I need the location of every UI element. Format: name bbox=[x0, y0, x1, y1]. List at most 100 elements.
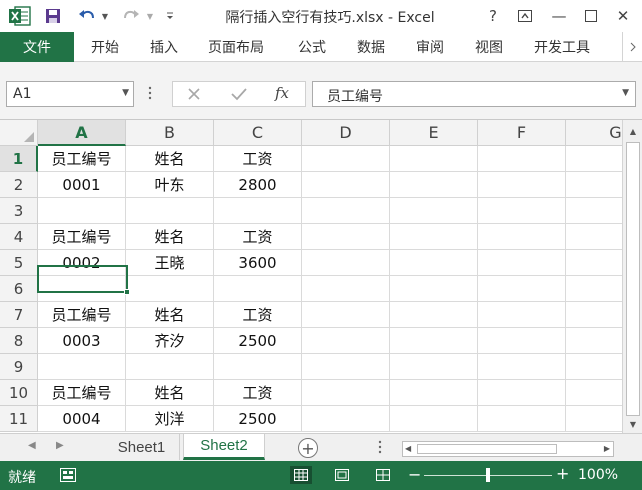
tab-formulas[interactable]: 公式 bbox=[298, 32, 326, 62]
cell-d8[interactable] bbox=[302, 328, 390, 354]
cell-c10[interactable]: 工资 bbox=[214, 380, 302, 406]
cell-b8[interactable]: 齐汐 bbox=[126, 328, 214, 354]
column-header-f[interactable]: F bbox=[478, 120, 566, 146]
tab-review[interactable]: 审阅 bbox=[416, 32, 444, 62]
cell-c4[interactable]: 工资 bbox=[214, 224, 302, 250]
row-header-3[interactable]: 3 bbox=[0, 198, 38, 224]
add-sheet-icon[interactable]: + bbox=[298, 438, 318, 458]
cell-g2[interactable] bbox=[566, 172, 622, 198]
row-header-5[interactable]: 5 bbox=[0, 250, 38, 276]
ribbon-scroll-right-icon[interactable] bbox=[622, 32, 642, 62]
tab-data[interactable]: 数据 bbox=[357, 32, 385, 62]
file-tab[interactable]: 文件 bbox=[0, 32, 74, 62]
cell-f8[interactable] bbox=[478, 328, 566, 354]
cell-g6[interactable] bbox=[566, 276, 622, 302]
cell-g5[interactable] bbox=[566, 250, 622, 276]
cell-b7[interactable]: 姓名 bbox=[126, 302, 214, 328]
cell-b2[interactable]: 叶东 bbox=[126, 172, 214, 198]
cell-a1[interactable]: 员工编号 bbox=[38, 146, 126, 172]
row-header-6[interactable]: 6 bbox=[0, 276, 38, 302]
cell-f10[interactable] bbox=[478, 380, 566, 406]
cell-e3[interactable] bbox=[390, 198, 478, 224]
formula-bar-grip-icon[interactable] bbox=[148, 86, 152, 100]
cell-c2[interactable]: 2800 bbox=[214, 172, 302, 198]
redo-dropdown-icon[interactable]: ▼ bbox=[145, 5, 155, 27]
row-header-4[interactable]: 4 bbox=[0, 224, 38, 250]
cell-a5[interactable]: 0002 bbox=[38, 250, 126, 276]
name-box[interactable]: A1 ▼ bbox=[6, 81, 134, 107]
cell-g3[interactable] bbox=[566, 198, 622, 224]
horizontal-scrollbar[interactable]: ◀ ▶ bbox=[402, 441, 614, 457]
cell-g11[interactable] bbox=[566, 406, 622, 432]
cell-c1[interactable]: 工资 bbox=[214, 146, 302, 172]
save-icon[interactable] bbox=[42, 5, 64, 27]
expand-formula-bar-icon[interactable]: ▼ bbox=[622, 88, 629, 98]
restore-button[interactable] bbox=[576, 4, 606, 28]
cell-a7[interactable]: 员工编号 bbox=[38, 302, 126, 328]
zoom-level[interactable]: 100% bbox=[578, 467, 618, 483]
cell-e8[interactable] bbox=[390, 328, 478, 354]
cell-a4[interactable]: 员工编号 bbox=[38, 224, 126, 250]
cell-a9[interactable] bbox=[38, 354, 126, 380]
ribbon-display-options-icon[interactable] bbox=[510, 4, 540, 28]
column-header-a[interactable]: A bbox=[38, 120, 126, 146]
macro-recording-icon[interactable] bbox=[60, 468, 76, 486]
tab-split-grip-icon[interactable] bbox=[378, 440, 382, 458]
cell-c3[interactable] bbox=[214, 198, 302, 224]
cell-b1[interactable]: 姓名 bbox=[126, 146, 214, 172]
horizontal-scroll-thumb[interactable] bbox=[417, 444, 557, 454]
cell-d1[interactable] bbox=[302, 146, 390, 172]
cell-e6[interactable] bbox=[390, 276, 478, 302]
name-box-dropdown-icon[interactable]: ▼ bbox=[122, 88, 129, 98]
cell-a11[interactable]: 0004 bbox=[38, 406, 126, 432]
cell-f1[interactable] bbox=[478, 146, 566, 172]
normal-view-icon[interactable] bbox=[290, 466, 312, 484]
tab-developer[interactable]: 开发工具 bbox=[534, 32, 590, 62]
cell-c8[interactable]: 2500 bbox=[214, 328, 302, 354]
row-header-11[interactable]: 11 bbox=[0, 406, 38, 432]
enter-icon[interactable] bbox=[231, 87, 247, 105]
cell-b9[interactable] bbox=[126, 354, 214, 380]
vertical-scroll-thumb[interactable] bbox=[626, 142, 640, 416]
cell-g9[interactable] bbox=[566, 354, 622, 380]
row-header-2[interactable]: 2 bbox=[0, 172, 38, 198]
cell-d11[interactable] bbox=[302, 406, 390, 432]
page-break-preview-icon[interactable] bbox=[372, 466, 394, 484]
cell-a6[interactable] bbox=[38, 276, 126, 302]
zoom-in-button[interactable]: + bbox=[556, 464, 569, 483]
tab-page-layout[interactable]: 页面布局 bbox=[208, 32, 264, 62]
worksheet-grid[interactable]: ABCDEFG 1 员工编号 姓名 工资 2 0001 叶东 2800 3 4 员工编号 姓名 工资 5 0… bbox=[0, 120, 622, 433]
redo-icon[interactable] bbox=[120, 5, 142, 27]
row-header-9[interactable]: 9 bbox=[0, 354, 38, 380]
tab-home[interactable]: 开始 bbox=[91, 32, 119, 62]
column-header-c[interactable]: C bbox=[214, 120, 302, 146]
cell-d10[interactable] bbox=[302, 380, 390, 406]
select-all-corner[interactable] bbox=[0, 120, 38, 146]
cell-b5[interactable]: 王晓 bbox=[126, 250, 214, 276]
zoom-slider-thumb[interactable] bbox=[486, 468, 490, 482]
cell-e11[interactable] bbox=[390, 406, 478, 432]
cell-c9[interactable] bbox=[214, 354, 302, 380]
cell-a3[interactable] bbox=[38, 198, 126, 224]
cell-d6[interactable] bbox=[302, 276, 390, 302]
cell-f6[interactable] bbox=[478, 276, 566, 302]
cell-f4[interactable] bbox=[478, 224, 566, 250]
scroll-up-icon[interactable]: ▲ bbox=[625, 123, 641, 139]
cell-a8[interactable]: 0003 bbox=[38, 328, 126, 354]
tab-view[interactable]: 视图 bbox=[475, 32, 503, 62]
column-header-g[interactable]: G bbox=[566, 120, 622, 146]
fill-handle[interactable] bbox=[124, 289, 130, 295]
cell-g1[interactable] bbox=[566, 146, 622, 172]
scroll-down-icon[interactable]: ▼ bbox=[625, 416, 641, 432]
zoom-out-button[interactable]: − bbox=[408, 465, 421, 484]
cell-e10[interactable] bbox=[390, 380, 478, 406]
prev-sheet-icon[interactable]: ◀ bbox=[28, 440, 36, 451]
formula-input[interactable]: 员工编号 ▼ bbox=[312, 81, 636, 107]
row-header-10[interactable]: 10 bbox=[0, 380, 38, 406]
cell-e7[interactable] bbox=[390, 302, 478, 328]
help-button[interactable]: ? bbox=[478, 4, 508, 28]
cell-f9[interactable] bbox=[478, 354, 566, 380]
cell-d9[interactable] bbox=[302, 354, 390, 380]
cancel-icon[interactable] bbox=[187, 87, 201, 105]
cell-e9[interactable] bbox=[390, 354, 478, 380]
